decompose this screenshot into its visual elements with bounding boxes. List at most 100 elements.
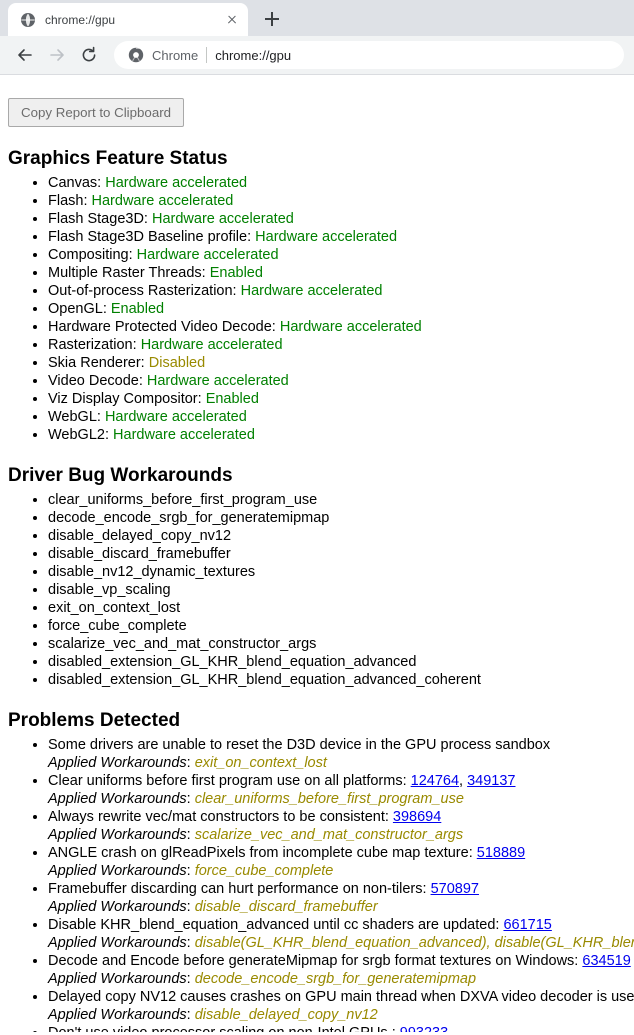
feature-status-row: Video Decode: Hardware accelerated bbox=[48, 372, 626, 390]
problem-item: Framebuffer discarding can hurt performa… bbox=[48, 880, 626, 916]
feature-status-value: Enabled bbox=[205, 390, 259, 407]
applied-workarounds-value: disable_delayed_copy_nv12 bbox=[194, 1006, 378, 1023]
bug-link[interactable]: 518889 bbox=[477, 845, 525, 861]
problem-description: Disable KHR_blend_equation_advanced unti… bbox=[48, 916, 500, 933]
bug-link[interactable]: 634519 bbox=[582, 953, 630, 969]
applied-workarounds-label: Applied Workarounds bbox=[48, 826, 187, 843]
feature-name: Out-of-process Rasterization: bbox=[48, 282, 241, 299]
omnibox-brand-label: Chrome bbox=[152, 47, 199, 63]
applied-workarounds-value: scalarize_vec_and_mat_constructor_args bbox=[194, 826, 464, 843]
copy-report-to-clipboard-button[interactable]: Copy Report to Clipboard bbox=[8, 98, 185, 127]
feature-status-value: Disabled bbox=[148, 354, 206, 371]
problem-item: Always rewrite vec/mat constructors to b… bbox=[48, 808, 626, 844]
feature-name: WebGL: bbox=[48, 408, 105, 425]
problem-description: Delayed copy NV12 causes crashes on GPU … bbox=[48, 988, 634, 1005]
applied-workarounds-value: exit_on_context_lost bbox=[194, 754, 327, 771]
browser-toolbar: Chrome chrome://gpu bbox=[0, 36, 634, 75]
chrome-logo-icon bbox=[128, 47, 144, 63]
feature-status-value: Hardware accelerated bbox=[104, 408, 247, 425]
applied-workarounds-value: disable(GL_KHR_blend_equation_advanced),… bbox=[194, 934, 634, 951]
feature-name: Viz Display Compositor: bbox=[48, 390, 206, 407]
new-tab-icon[interactable] bbox=[258, 5, 286, 33]
graphics-feature-status-heading: Graphics Feature Status bbox=[8, 148, 228, 169]
applied-workarounds-value: force_cube_complete bbox=[194, 862, 334, 879]
feature-status-row: Canvas: Hardware accelerated bbox=[48, 174, 626, 192]
problem-item: Decode and Encode before generateMipmap … bbox=[48, 952, 631, 988]
applied-workarounds-label: Applied Workarounds bbox=[48, 790, 187, 807]
problem-description: Decode and Encode before generateMipmap … bbox=[48, 952, 579, 969]
feature-status-row: Skia Renderer: Disabled bbox=[48, 354, 626, 372]
applied-workarounds-label: Applied Workarounds bbox=[48, 862, 187, 879]
problem-item: ANGLE crash on glReadPixels from incompl… bbox=[48, 844, 626, 880]
feature-name: Video Decode: bbox=[48, 372, 147, 389]
address-bar[interactable]: Chrome chrome://gpu bbox=[114, 41, 624, 69]
workaround-item: disable_nv12_dynamic_textures bbox=[48, 563, 626, 581]
feature-name: Multiple Raster Threads: bbox=[48, 264, 210, 281]
problems-detected-heading: Problems Detected bbox=[8, 709, 181, 731]
feature-status-value: Hardware accelerated bbox=[279, 318, 422, 335]
applied-workarounds-value: disable_discard_framebuffer bbox=[194, 898, 378, 915]
feature-status-value: Hardware accelerated bbox=[151, 210, 294, 227]
bug-link[interactable]: 124764 bbox=[411, 773, 459, 789]
feature-name: OpenGL: bbox=[48, 300, 111, 317]
feature-status-row: Rasterization: Hardware accelerated bbox=[48, 336, 626, 354]
applied-workarounds-label: Applied Workarounds bbox=[48, 970, 187, 987]
reload-icon[interactable] bbox=[74, 40, 104, 70]
feature-status-row: Hardware Protected Video Decode: Hardwar… bbox=[48, 318, 626, 336]
tab-title: chrome://gpu bbox=[45, 12, 116, 27]
applied-workarounds-label: Applied Workarounds bbox=[48, 1006, 187, 1023]
problem-item: Disable KHR_blend_equation_advanced unti… bbox=[48, 916, 634, 952]
tab-strip: chrome://gpu bbox=[0, 0, 634, 36]
workaround-item: clear_uniforms_before_first_program_use bbox=[48, 491, 626, 509]
workaround-item: exit_on_context_lost bbox=[48, 599, 626, 617]
applied-workarounds-value: clear_uniforms_before_first_program_use bbox=[194, 790, 464, 807]
feature-status-value: Hardware accelerated bbox=[140, 336, 283, 353]
applied-workarounds-value: decode_encode_srgb_for_generatemipmap bbox=[194, 970, 477, 987]
bug-link[interactable]: 349137 bbox=[467, 773, 515, 789]
problem-item: Some drivers are unable to reset the D3D… bbox=[48, 736, 626, 772]
back-icon[interactable] bbox=[10, 40, 40, 70]
problems-detected-list: Some drivers are unable to reset the D3D… bbox=[8, 736, 634, 1032]
driver-bug-workarounds-heading: Driver Bug Workarounds bbox=[8, 464, 233, 486]
workaround-item: disable_delayed_copy_nv12 bbox=[48, 527, 626, 545]
omnibox-url-text: chrome://gpu bbox=[215, 47, 292, 63]
feature-status-value: Enabled bbox=[209, 264, 263, 281]
driver-bug-workarounds-list: clear_uniforms_before_first_program_used… bbox=[8, 491, 626, 689]
feature-name: Hardware Protected Video Decode: bbox=[48, 318, 280, 335]
feature-status-row: Viz Display Compositor: Enabled bbox=[48, 390, 626, 408]
graphics-feature-status-list: Canvas: Hardware acceleratedFlash: Hardw… bbox=[8, 174, 626, 444]
close-icon[interactable] bbox=[224, 12, 240, 28]
feature-status-value: Enabled bbox=[110, 300, 165, 317]
feature-name: Rasterization: bbox=[48, 336, 141, 353]
applied-workarounds-label: Applied Workarounds bbox=[48, 934, 187, 951]
feature-status-value: Hardware accelerated bbox=[240, 282, 383, 299]
forward-icon[interactable] bbox=[42, 40, 72, 70]
feature-name: Flash: bbox=[48, 192, 92, 209]
omnibox-separator bbox=[206, 47, 208, 63]
feature-name: Canvas: bbox=[48, 174, 106, 191]
workaround-item: disable_vp_scaling bbox=[48, 581, 626, 599]
bug-link[interactable]: 993233 bbox=[400, 1025, 448, 1032]
bug-link[interactable]: 570897 bbox=[431, 881, 479, 897]
feature-status-row: Flash Stage3D: Hardware accelerated bbox=[48, 210, 626, 228]
problem-description: Always rewrite vec/mat constructors to b… bbox=[48, 808, 389, 825]
feature-name: Flash Stage3D: bbox=[48, 210, 152, 227]
workaround-item: disabled_extension_GL_KHR_blend_equation… bbox=[48, 653, 626, 671]
bug-link[interactable]: 661715 bbox=[503, 917, 551, 933]
workaround-item: decode_encode_srgb_for_generatemipmap bbox=[48, 509, 626, 527]
feature-status-value: Hardware accelerated bbox=[113, 426, 255, 443]
problem-item: Don't use video processor scaling on non… bbox=[48, 1024, 626, 1032]
problem-description: Framebuffer discarding can hurt performa… bbox=[48, 880, 427, 897]
workaround-item: disabled_extension_GL_KHR_blend_equation… bbox=[48, 671, 626, 689]
workaround-item: force_cube_complete bbox=[48, 617, 626, 635]
gpu-report-page: Copy Report to Clipboard Graphics Featur… bbox=[0, 75, 634, 1032]
feature-name: WebGL2: bbox=[48, 426, 114, 443]
feature-status-row: Multiple Raster Threads: Enabled bbox=[48, 264, 626, 282]
browser-tab[interactable]: chrome://gpu bbox=[8, 3, 248, 36]
feature-status-row: Flash Stage3D Baseline profile: Hardware… bbox=[48, 228, 626, 246]
problem-description: Some drivers are unable to reset the D3D… bbox=[48, 736, 551, 753]
feature-status-value: Hardware accelerated bbox=[255, 228, 398, 245]
feature-status-value: Hardware accelerated bbox=[105, 174, 248, 191]
bug-link[interactable]: 398694 bbox=[393, 809, 441, 825]
problem-description: Clear uniforms before first program use … bbox=[48, 772, 407, 789]
